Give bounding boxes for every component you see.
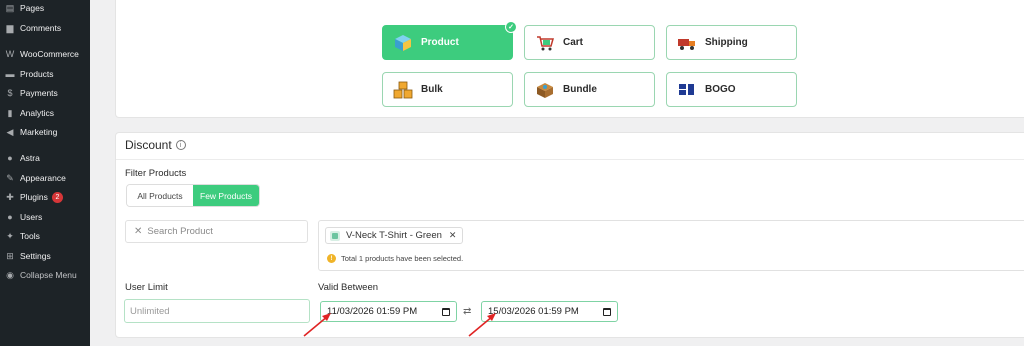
selected-product-name: V-Neck T-Shirt - Green	[346, 230, 442, 241]
sidebar-item-label: Payments	[20, 88, 58, 98]
remove-tag-icon[interactable]: ✕	[449, 230, 457, 241]
marketing-icon: ◀	[6, 126, 14, 137]
astra-icon: ●	[7, 153, 13, 163]
collapse-menu-button[interactable]: ◉ Collapse Menu	[0, 265, 90, 285]
filter-option-all-products[interactable]: All Products	[127, 185, 193, 206]
plugins-update-badge: 2	[51, 191, 63, 203]
valid-between-label: Valid Between	[318, 282, 379, 293]
type-card-bundle[interactable]: Bundle	[524, 72, 655, 107]
search-placeholder: Search Product	[147, 226, 213, 237]
settings-icon: ⊞	[6, 250, 14, 261]
type-card-bulk[interactable]: Bulk	[382, 72, 513, 107]
sidebar-item-label: Products	[20, 69, 54, 79]
sidebar-item-label: Users	[20, 212, 43, 222]
filter-option-few-products[interactable]: Few Products	[193, 185, 259, 206]
appearance-icon: ✎	[6, 172, 14, 183]
pages-icon: ▤	[5, 2, 15, 13]
main-content: Product ✓ Cart Shipping Bulk Bundle BOGO…	[90, 0, 1024, 346]
type-card-label: Product	[421, 37, 459, 48]
calendar-icon[interactable]	[442, 307, 450, 316]
type-card-label: Bulk	[421, 84, 443, 95]
sidebar-item-settings[interactable]: ⊞ Settings	[0, 246, 90, 266]
check-icon: ✓	[505, 21, 517, 33]
sidebar-item-analytics[interactable]: ▮ Analytics	[0, 103, 90, 123]
user-limit-label: User Limit	[125, 282, 168, 293]
products-icon: ▬	[5, 69, 15, 79]
sidebar-item-users[interactable]: ● Users	[0, 207, 90, 227]
bogo-icon	[677, 80, 697, 100]
sidebar-item-label: Collapse Menu	[20, 270, 77, 280]
annotation-arrow-start	[303, 313, 331, 337]
type-card-label: Cart	[563, 37, 584, 48]
type-card-label: BOGO	[705, 84, 736, 95]
annotation-arrow-end	[468, 313, 496, 337]
stacked-boxes-icon	[393, 80, 413, 100]
calendar-icon[interactable]	[603, 307, 611, 316]
sidebar-item-marketing[interactable]: ◀ Marketing	[0, 122, 90, 142]
info-icon[interactable]: i	[175, 140, 186, 150]
selection-note-text: Total 1 products have been selected.	[341, 254, 464, 263]
box-icon	[393, 33, 413, 53]
discount-panel: Discount i Filter Products All Products …	[115, 132, 1024, 338]
sidebar-item-pages[interactable]: ▤ Pages	[0, 0, 90, 18]
type-card-shipping[interactable]: Shipping	[666, 25, 797, 60]
type-card-label: Bundle	[563, 84, 597, 95]
search-product-input[interactable]: ✕ Search Product	[125, 220, 308, 243]
woocommerce-icon: W	[5, 49, 15, 59]
type-card-product[interactable]: Product ✓	[382, 21, 517, 60]
users-icon: ●	[7, 212, 13, 222]
sidebar-item-plugins[interactable]: ✚ Plugins 2	[0, 187, 90, 207]
filter-products-toggle: All Products Few Products	[126, 184, 260, 207]
sidebar-item-products[interactable]: ▬ Products	[0, 64, 90, 84]
admin-sidebar: ▤ Pages ▆ Comments W WooCommerce ▬ Produ…	[0, 0, 90, 346]
sidebar-item-appearance[interactable]: ✎ Appearance	[0, 168, 90, 188]
tools-icon: ✦	[6, 230, 14, 241]
warning-icon: !	[327, 254, 336, 263]
selected-product-tag: V-Neck T-Shirt - Green ✕	[325, 227, 464, 244]
divider	[116, 159, 1024, 160]
sidebar-item-label: Appearance	[20, 173, 66, 183]
sidebar-item-label: Comments	[20, 23, 62, 33]
payments-icon: $	[7, 88, 13, 98]
comments-icon: ▆	[6, 22, 14, 33]
sidebar-item-label: Settings	[20, 251, 51, 261]
selected-products-box[interactable]: V-Neck T-Shirt - Green ✕ ! Total 1 produ…	[318, 220, 1024, 271]
collapse-icon: ◉	[6, 269, 14, 280]
discount-heading: Discount	[125, 138, 172, 152]
close-icon[interactable]: ✕	[134, 226, 142, 237]
sidebar-item-label: Marketing	[20, 127, 58, 137]
sidebar-item-label: Analytics	[20, 108, 55, 118]
selection-note: ! Total 1 products have been selected.	[327, 254, 463, 263]
user-limit-placeholder: Unlimited	[130, 305, 170, 317]
end-date-value: 15/03/2026 01:59 PM	[488, 306, 579, 317]
sidebar-item-astra[interactable]: ● Astra	[0, 148, 90, 168]
product-thumbnail	[330, 230, 340, 241]
sidebar-item-tools[interactable]: ✦ Tools	[0, 226, 90, 246]
section-title: Discount i	[125, 138, 186, 152]
type-card-label: Shipping	[705, 37, 748, 48]
plugins-icon: ✚	[6, 191, 14, 202]
discount-type-panel: Product ✓ Cart Shipping Bulk Bundle BOGO	[115, 0, 1024, 118]
type-card-bogo[interactable]: BOGO	[666, 72, 797, 107]
user-limit-input[interactable]: Unlimited	[124, 299, 310, 323]
sidebar-item-label: Plugins	[20, 192, 48, 202]
sidebar-item-woocommerce[interactable]: W WooCommerce	[0, 44, 90, 64]
sidebar-item-label: WooCommerce	[20, 49, 79, 59]
sidebar-item-comments[interactable]: ▆ Comments	[0, 18, 90, 38]
cart-icon	[535, 33, 555, 53]
bundle-icon	[535, 80, 555, 100]
analytics-icon: ▮	[7, 107, 13, 118]
sidebar-item-payments[interactable]: $ Payments	[0, 83, 90, 103]
sidebar-item-label: Astra	[20, 153, 40, 163]
start-date-input[interactable]: 11/03/2026 01:59 PM	[320, 301, 457, 322]
start-date-value: 11/03/2026 01:59 PM	[327, 306, 418, 317]
truck-icon	[677, 33, 697, 53]
sidebar-item-label: Pages	[20, 3, 45, 13]
filter-products-label: Filter Products	[125, 168, 187, 179]
type-card-cart[interactable]: Cart	[524, 25, 655, 60]
end-date-input[interactable]: 15/03/2026 01:59 PM	[481, 301, 618, 322]
sidebar-item-label: Tools	[20, 231, 40, 241]
